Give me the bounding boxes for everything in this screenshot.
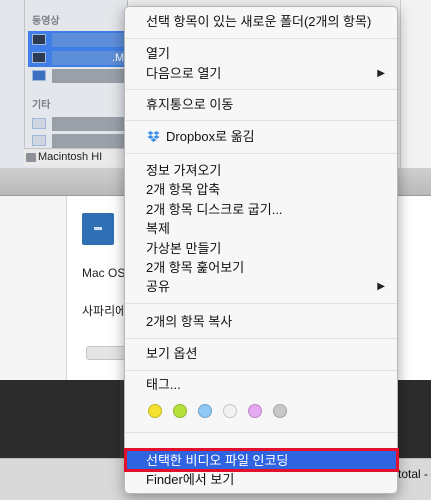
dropbox-icon [147,131,160,142]
menu-item-label: 2개 항목 압축 [146,182,221,197]
annotation-highlight-box [124,448,399,472]
context-menu: 선택 항목이 있는 새로운 폴더(2개의 항목) 열기 다음으로 열기 ▶ 휴지… [124,6,398,494]
submenu-arrow-icon: ▶ [377,281,385,292]
menu-item-label: 공유 [146,279,170,294]
menu-item-move-to-trash[interactable]: 휴지통으로 이동 [125,95,397,115]
menu-separator [126,153,397,154]
menu-item-label: 휴지통으로 이동 [146,97,234,112]
menu-item-label: Dropbox로 옮김 [166,129,255,144]
menu-item-label: 다음으로 열기 [146,66,222,81]
menu-separator [126,120,397,121]
hard-disk-icon [26,153,36,162]
menu-item-label: 2개 항목 훑어보기 [146,260,245,275]
file-row-3[interactable] [28,67,128,85]
menu-item-label: Finder에서 보기 [146,472,235,487]
file-icon [32,70,46,81]
menu-separator [126,338,397,339]
menu-item-label: 보기 옵션 [146,346,198,361]
file-name-redacted [52,117,124,131]
menu-item-duplicate[interactable]: 복제 [125,219,397,239]
menu-item-compress[interactable]: 2개 항목 압축 [125,180,397,200]
tag-gray-dot[interactable] [273,404,287,418]
menu-item-show-in-finder[interactable]: Finder에서 보기 [125,470,397,490]
menu-item-label: 정보 가져오기 [146,163,222,178]
tag-green-dot[interactable] [173,404,187,418]
menu-item-make-alias[interactable]: 가상본 만들기 [125,239,397,259]
sidebar-divider [24,0,25,150]
info-line-macos: Mac OS [82,266,126,280]
sidebar-section-other: 기타 [32,100,51,111]
tag-yellow-dot[interactable] [148,404,162,418]
menu-item-label: 복제 [146,221,170,236]
finder-content-edge [400,0,431,168]
menu-separator [126,432,397,433]
video-thumbnail-icon [32,34,46,45]
menu-separator [126,89,397,90]
menu-item-open[interactable]: 열기 [125,44,397,64]
menu-item-view-options[interactable]: 보기 옵션 [125,344,397,364]
document-icon [32,118,46,129]
menu-item-tags[interactable]: 태그... [125,375,397,395]
menu-separator [126,370,397,371]
tag-blue-dot[interactable] [198,404,212,418]
finder-sidebar: 동영상 .M 기타 [0,0,128,168]
menu-separator [126,38,397,39]
menu-item-burn-to-disc[interactable]: 2개 항목 디스크로 굽기... [125,200,397,220]
tag-purple-dot[interactable] [248,404,262,418]
menu-item-share[interactable]: 공유 ▶ [125,277,397,297]
menu-item-copy-items[interactable]: 2개의 항목 복사 [125,312,397,332]
menu-item-open-with[interactable]: 다음으로 열기 ▶ [125,64,397,84]
file-extension: .M [112,52,125,64]
file-row-1[interactable] [28,31,128,49]
menu-item-label: 태그... [146,377,181,392]
file-name-redacted [52,69,124,83]
menu-item-get-info[interactable]: 정보 가져오기 [125,161,397,181]
sidebar-section-movies: 동영상 [32,16,60,27]
menu-separator [126,303,397,304]
tag-none-dot[interactable] [223,404,237,418]
app-icon [82,213,114,245]
file-name-redacted [52,134,124,148]
menu-item-quick-look[interactable]: 2개 항목 훑어보기 [125,258,397,278]
menu-item-label: 선택 항목이 있는 새로운 폴더(2개의 항목) [146,14,372,29]
path-bar-label: Macintosh HI [38,151,103,163]
menu-item-label: 2개 항목 디스크로 굽기... [146,202,283,217]
file-row-4[interactable] [28,115,128,133]
menu-item-label: 열기 [146,46,170,61]
menu-item-label: 가상본 만들기 [146,241,222,256]
menu-item-label: 2개의 항목 복사 [146,314,233,329]
info-line-safari: 사파리에 [82,304,127,318]
menu-item-dropbox-move[interactable]: Dropbox로 옮김 [125,127,397,147]
menu-item-new-folder-with-selection[interactable]: 선택 항목이 있는 새로운 폴더(2개의 항목) [125,12,397,32]
submenu-arrow-icon: ▶ [377,68,385,79]
footer-partial-text: total - [398,467,429,481]
video-thumbnail-icon [32,52,46,63]
document-icon [32,135,46,146]
file-name-redacted [52,33,124,47]
